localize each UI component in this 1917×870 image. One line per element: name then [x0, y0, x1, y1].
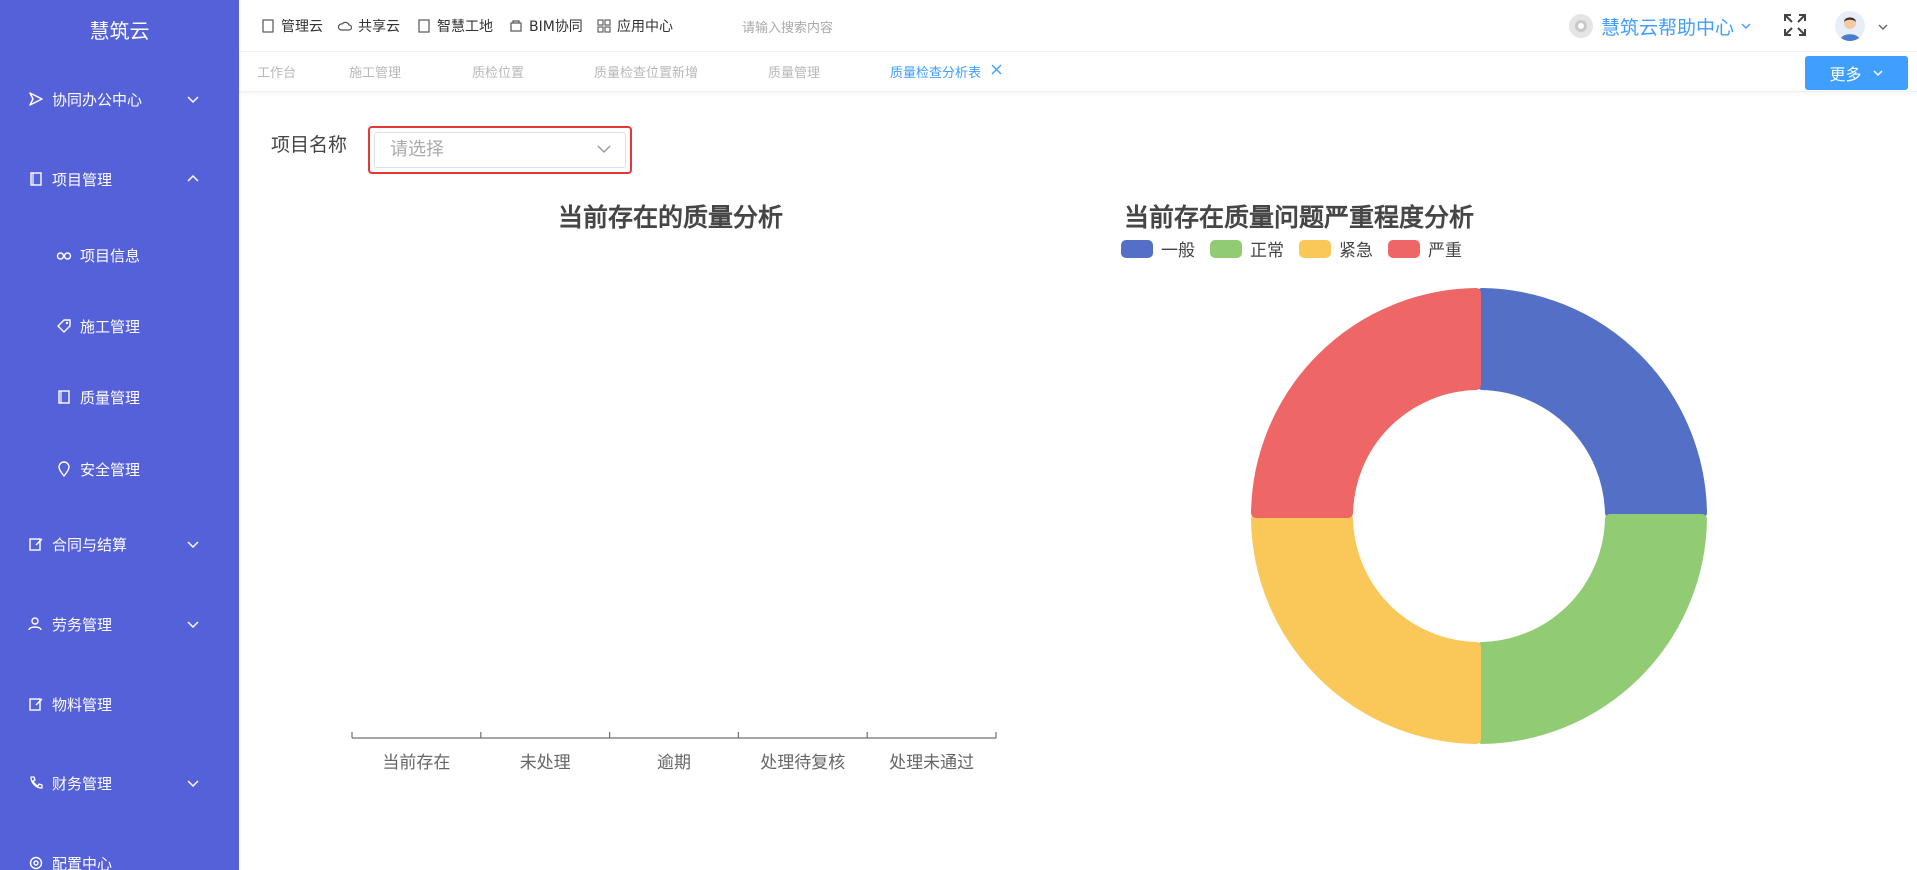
book-icon	[56, 389, 72, 405]
sidebar-item-label: 物料管理	[52, 695, 113, 714]
sidebar-item-collab-office[interactable]: 协同办公中心	[0, 79, 239, 119]
tag-icon	[56, 318, 72, 334]
chevron-down-icon	[186, 537, 200, 551]
pie-slice	[1251, 288, 1481, 518]
sidebar-item-label: 协同办公中心	[52, 90, 143, 109]
sidebar-item-label: 合同与结算	[52, 535, 128, 554]
sidebar-item-label: 配置中心	[52, 854, 113, 870]
sidebar-item-project-management[interactable]: 项目管理	[0, 159, 239, 199]
edit-icon	[28, 696, 44, 712]
sidebar-item-quality[interactable]: 质量管理	[0, 377, 239, 417]
pie-slice	[1477, 288, 1707, 518]
phone-icon	[28, 775, 44, 791]
chevron-up-icon	[186, 172, 200, 186]
user-group-icon	[28, 616, 44, 632]
sidebar-item-config-center[interactable]: 配置中心	[0, 843, 239, 870]
brand-logo-text: 慧筑云	[89, 18, 150, 43]
chevron-down-icon	[186, 617, 200, 631]
gear-icon	[28, 855, 44, 870]
sidebar-item-safety[interactable]: 安全管理	[0, 449, 239, 489]
sidebar-item-contract-settlement[interactable]: 合同与结算	[0, 524, 239, 564]
chevron-down-icon	[186, 92, 200, 106]
book-icon	[28, 171, 44, 187]
glasses-icon	[56, 247, 72, 263]
sidebar-item-label: 劳务管理	[52, 615, 113, 634]
chevron-down-icon	[186, 776, 200, 790]
sidebar-item-label: 安全管理	[80, 460, 141, 479]
main-panel: 管理云 共享云 智慧工地 BIM协同 应用中心 请输入搜索内容 慧筑云帮助中心	[239, 0, 1917, 870]
sidebar-item-materials[interactable]: 物料管理	[0, 684, 239, 724]
sidebar-item-labor[interactable]: 劳务管理	[0, 604, 239, 644]
sidebar-item-label: 施工管理	[80, 317, 141, 336]
sidebar-item-construction[interactable]: 施工管理	[0, 306, 239, 346]
sidebar-item-label: 项目管理	[52, 170, 113, 189]
sidebar: 慧筑云 协同办公中心 项目管理 项目信息 施工管理 质量管理 安全管理 合同与结…	[0, 0, 239, 870]
send-icon	[28, 91, 44, 107]
pie-slice	[1477, 514, 1707, 744]
sidebar-item-finance[interactable]: 财务管理	[0, 763, 239, 803]
pie-chart	[1251, 288, 1707, 744]
sidebar-item-label: 质量管理	[80, 388, 141, 407]
sidebar-item-label: 项目信息	[80, 246, 141, 265]
location-pin-icon	[56, 461, 72, 477]
edit-icon	[28, 536, 44, 552]
sidebar-item-project-info[interactable]: 项目信息	[0, 235, 239, 275]
pie-slice	[1251, 514, 1481, 744]
sidebar-item-label: 财务管理	[52, 774, 113, 793]
